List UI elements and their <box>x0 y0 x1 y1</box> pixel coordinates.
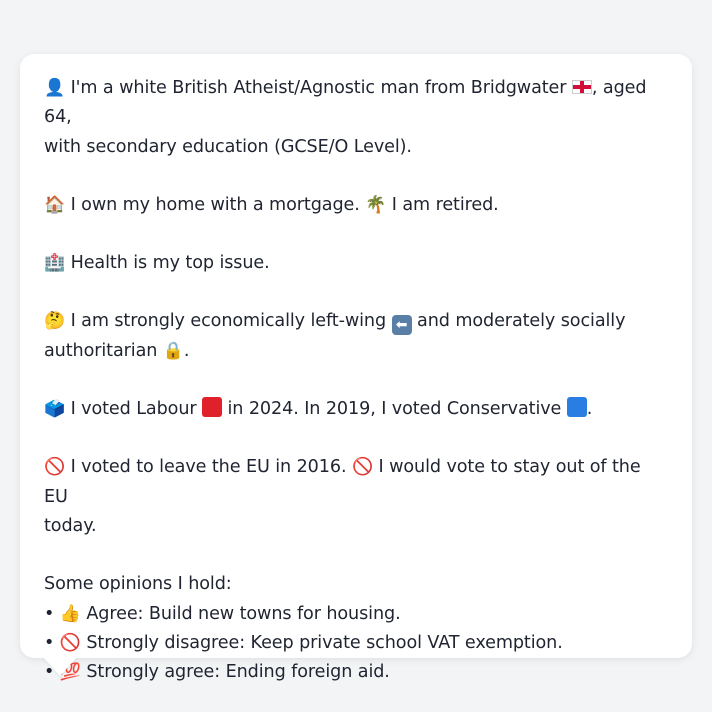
opinions-paragraph: Some opinions I hold: • 👍 Agree: Build n… <box>44 570 668 687</box>
health-paragraph: 🏥 Health is my top issue. <box>44 249 668 278</box>
intro-paragraph: 👤 I'm a white British Atheist/Agnostic m… <box>44 74 668 162</box>
bullet: • <box>44 632 55 653</box>
social-text: and moderately socially <box>411 311 626 332</box>
ideology-paragraph: 🤔 I am strongly economically left-wing ⬅… <box>44 307 668 366</box>
home-paragraph: 🏠 I own my home with a mortgage. 🌴 I am … <box>44 191 668 220</box>
vote-2024-text: in 2024. In 2019, I voted Conservative <box>222 399 567 420</box>
retired-text: I am retired. <box>386 194 499 215</box>
eu-2016-text: I voted to leave the EU in 2016. <box>65 457 352 478</box>
england-flag-icon <box>571 80 592 94</box>
palm-tree-icon: 🌴 <box>365 194 387 215</box>
person-icon: 👤 <box>44 78 66 98</box>
home-text: I own my home with a mortgage. <box>65 194 366 215</box>
authoritarian-text: authoritarian <box>44 340 163 361</box>
red-square-icon <box>202 397 223 418</box>
persona-message-bubble: 👤 I'm a white British Atheist/Agnostic m… <box>20 54 692 682</box>
blue-square-icon <box>566 397 587 418</box>
voting-paragraph: 🗳️ I voted Labour in 2024. In 2019, I vo… <box>44 395 668 424</box>
ballot-box-icon: 🗳️ <box>44 399 66 420</box>
opinions-heading: Some opinions I hold: <box>44 574 232 595</box>
opinion-text: Strongly agree: Ending foreign aid. <box>80 662 390 683</box>
opinion-text: Strongly disagree: Keep private school V… <box>80 632 563 653</box>
prohibited-icon: 🚫 <box>59 632 81 653</box>
vote-end-text: . <box>586 399 593 420</box>
opinion-text: Agree: Build new towns for housing. <box>80 603 401 624</box>
hospital-icon: 🏥 <box>44 253 66 274</box>
health-text: Health is my top issue. <box>65 253 270 274</box>
bullet: • <box>44 603 55 624</box>
prohibited-icon: 🚫 <box>351 457 374 478</box>
prohibited-icon: 🚫 <box>44 457 66 478</box>
left-arrow-icon: ⬅ <box>391 315 412 336</box>
thumbs-up-icon: 👍 <box>59 603 81 624</box>
eu-paragraph: 🚫 I voted to leave the EU in 2016. 🚫 I w… <box>44 453 668 541</box>
vote-labour-text: I voted Labour <box>65 399 203 420</box>
education-text: with secondary education (GCSE/O Level). <box>44 136 412 157</box>
lock-icon: 🔒 <box>162 340 184 361</box>
period-text: . <box>183 340 190 361</box>
opinion-item: • 👍 Agree: Build new towns for housing. <box>44 600 668 629</box>
bubble-tail <box>42 656 78 676</box>
opinion-item: • 💯 Strongly agree: Ending foreign aid. <box>44 658 668 687</box>
thinking-face-icon: 🤔 <box>44 311 66 332</box>
house-icon: 🏠 <box>44 194 66 215</box>
eu-today-end-text: today. <box>44 515 97 536</box>
intro-text: I'm a white British Atheist/Agnostic man… <box>65 78 572 98</box>
opinion-item: • 🚫 Strongly disagree: Keep private scho… <box>44 629 668 658</box>
economic-text: I am strongly economically left-wing <box>65 311 392 332</box>
